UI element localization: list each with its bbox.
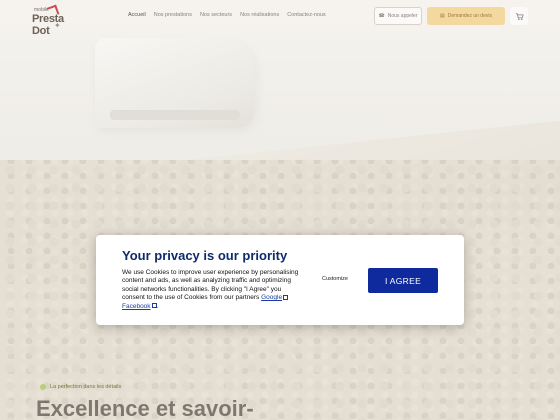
external-link-icon <box>283 294 289 300</box>
consent-body-end: . <box>156 302 159 310</box>
cookie-consent-dialog: Your privacy is our priority We use Cook… <box>96 235 464 325</box>
facebook-link[interactable]: Facebook <box>122 303 151 310</box>
customize-button[interactable]: Customize <box>322 276 348 282</box>
google-link[interactable]: Google <box>261 294 282 301</box>
agree-button[interactable]: I AGREE <box>368 268 438 293</box>
consent-title: Your privacy is our priority <box>122 248 288 263</box>
consent-body: We use Cookies to improve user experienc… <box>122 269 302 311</box>
consent-overlay <box>0 0 560 420</box>
